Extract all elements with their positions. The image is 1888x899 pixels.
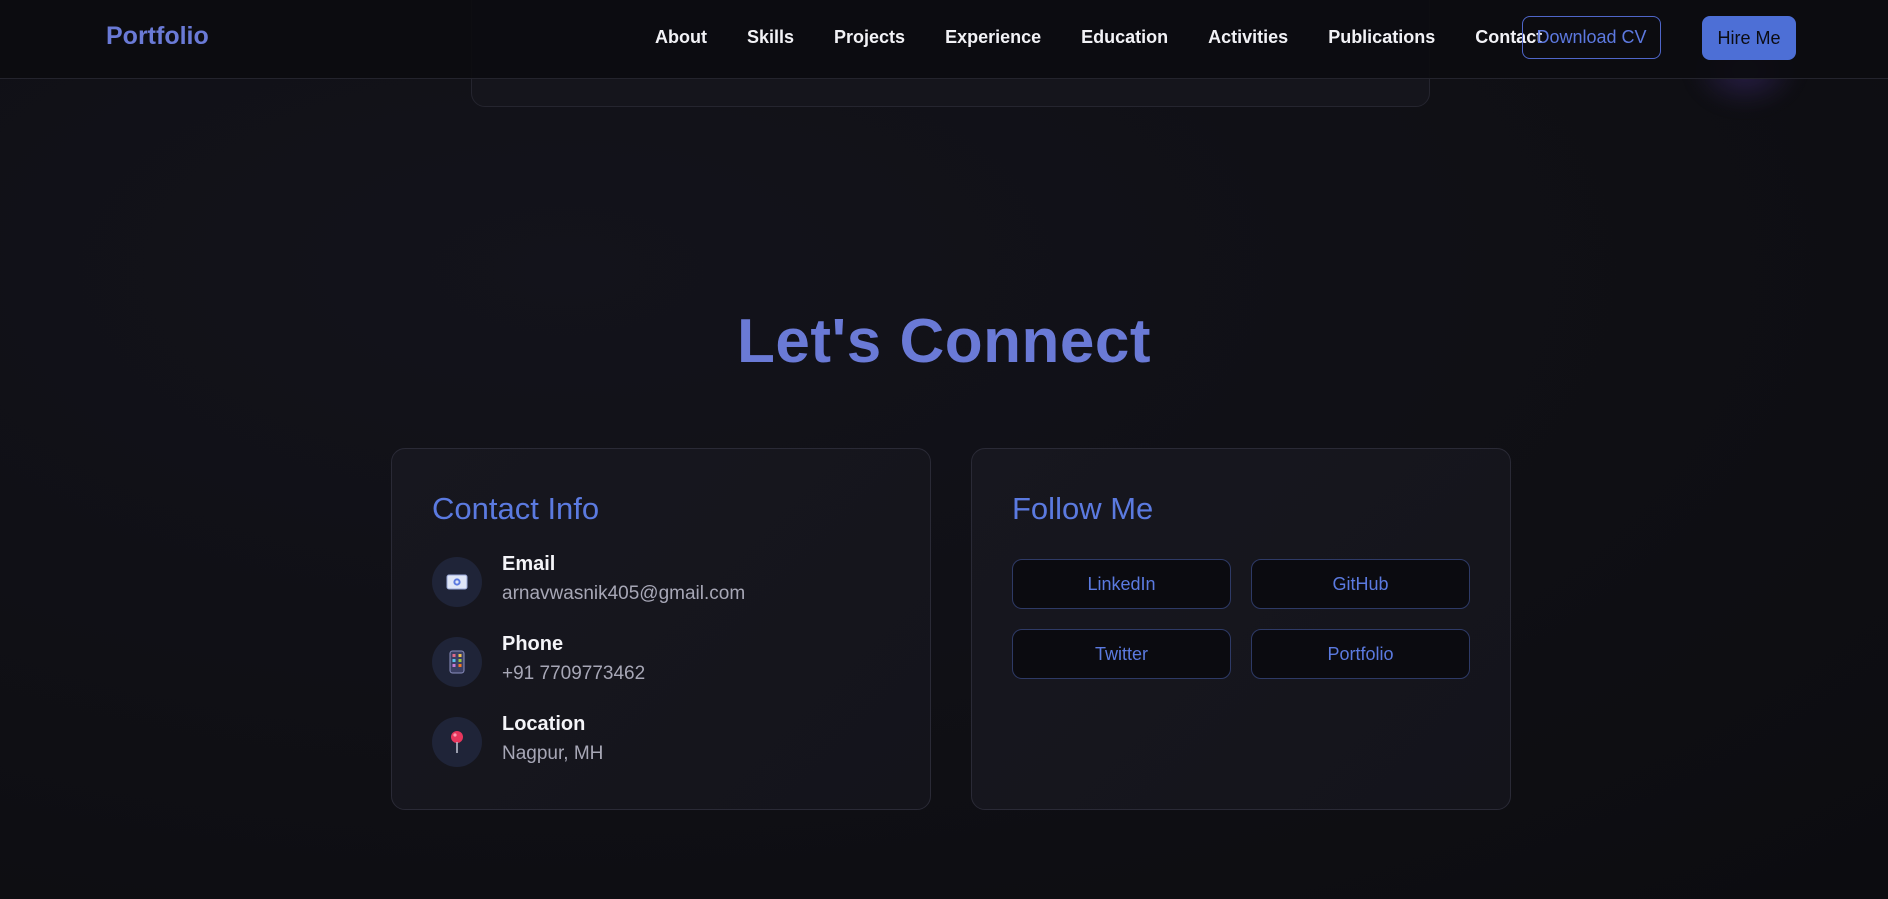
contact-item-phone: Phone +91 7709773462 (432, 633, 892, 687)
location-pin-icon (432, 717, 482, 767)
email-icon (432, 557, 482, 607)
contact-item-email: Email arnavwasnik405@gmail.com (432, 553, 892, 607)
portfolio-button[interactable]: Portfolio (1251, 629, 1470, 679)
page: Portfolio About Skills Projects Experien… (0, 0, 1888, 899)
navbar: Portfolio About Skills Projects Experien… (0, 0, 1888, 79)
contact-info-card: Contact Info Email arnavwasnik405@gmail.… (391, 448, 931, 810)
follow-me-card: Follow Me LinkedIn GitHub Twitter Portfo… (971, 448, 1511, 810)
email-label: Email (502, 553, 556, 575)
download-cv-button[interactable]: Download CV (1522, 16, 1661, 59)
contact-item-location: Location Nagpur, MH (432, 713, 892, 767)
brand-logo[interactable]: Portfolio (106, 22, 209, 51)
email-value[interactable]: arnavwasnik405@gmail.com (502, 583, 745, 605)
phone-icon (432, 637, 482, 687)
nav-link-publications[interactable]: Publications (1328, 27, 1435, 48)
contact-info-title: Contact Info (432, 491, 600, 526)
nav-links: About Skills Projects Experience Educati… (655, 27, 1582, 48)
hire-me-button[interactable]: Hire Me (1702, 16, 1796, 60)
phone-label: Phone (502, 633, 564, 655)
nav-link-projects[interactable]: Projects (834, 27, 905, 48)
location-value: Nagpur, MH (502, 743, 604, 764)
nav-link-activities[interactable]: Activities (1208, 27, 1288, 48)
nav-link-skills[interactable]: Skills (747, 27, 794, 48)
section-title: Let's Connect (737, 307, 1151, 376)
nav-link-about[interactable]: About (655, 27, 707, 48)
github-button[interactable]: GitHub (1251, 559, 1470, 609)
nav-link-education[interactable]: Education (1081, 27, 1168, 48)
follow-me-title: Follow Me (1012, 491, 1154, 526)
phone-value[interactable]: +91 7709773462 (502, 663, 645, 685)
nav-link-experience[interactable]: Experience (945, 27, 1041, 48)
linkedin-button[interactable]: LinkedIn (1012, 559, 1231, 609)
location-label: Location (502, 713, 586, 735)
twitter-button[interactable]: Twitter (1012, 629, 1231, 679)
